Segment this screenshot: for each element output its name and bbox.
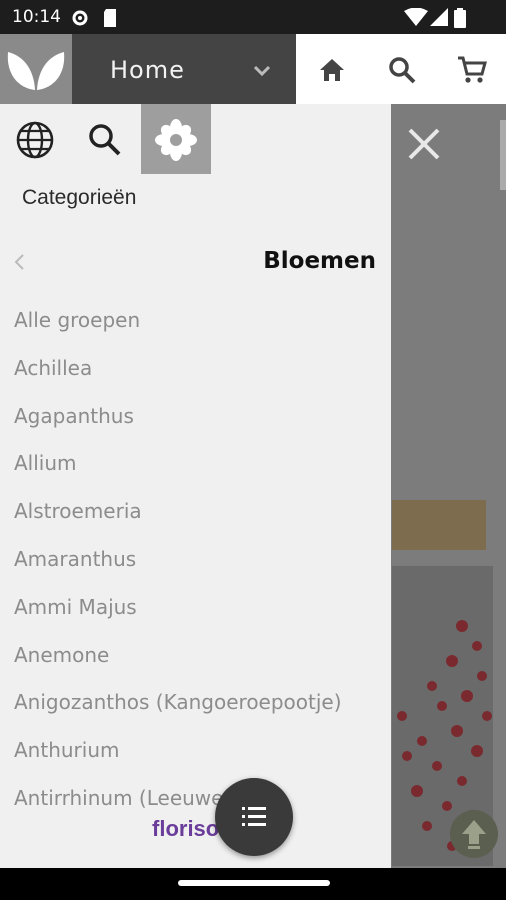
category-list: Alle groepen Achillea Agapanthus Allium … — [14, 308, 391, 834]
home-gesture-handle[interactable] — [178, 880, 330, 886]
category-item[interactable]: Anigozanthos (Kangoeroepootje) — [14, 690, 391, 738]
chevron-down-icon[interactable] — [250, 59, 274, 83]
drawer-search-button[interactable] — [70, 104, 140, 174]
status-bar: 10:14 — [0, 0, 506, 34]
home-icon[interactable] — [316, 54, 348, 86]
category-item[interactable]: Agapanthus — [14, 404, 391, 452]
system-nav-bar — [0, 868, 506, 900]
list-icon — [242, 807, 266, 826]
flower-icon — [155, 119, 197, 161]
page-scrollbar[interactable] — [500, 120, 506, 190]
app-bar-actions — [296, 34, 506, 104]
cart-icon[interactable] — [456, 54, 488, 86]
brand-logo: floriso — [152, 816, 220, 841]
scroll-top-button[interactable] — [450, 810, 498, 858]
chevron-left-icon[interactable] — [12, 252, 28, 272]
sdcard-icon — [104, 9, 116, 27]
wifi-icon — [404, 8, 428, 26]
section-label: Categorieën — [22, 186, 137, 209]
category-item[interactable]: Amaranthus — [14, 547, 391, 595]
page-title[interactable]: Home — [110, 56, 185, 84]
signal-icon — [430, 8, 448, 26]
arrow-up-icon — [462, 820, 486, 849]
categories-button[interactable] — [141, 104, 211, 174]
leaf-logo-icon — [7, 52, 65, 90]
globe-icon — [16, 121, 54, 159]
category-item[interactable]: Anemone — [14, 643, 391, 691]
category-item[interactable]: Alle groepen — [14, 308, 391, 356]
navigation-drawer: Categorieën Bloemen Alle groepen Achille… — [0, 104, 391, 868]
category-item[interactable]: Anthurium — [14, 738, 391, 786]
search-icon — [89, 124, 121, 156]
category-item[interactable]: Alstroemeria — [14, 499, 391, 547]
menu-fab-button[interactable] — [215, 778, 293, 856]
battery-icon — [454, 8, 466, 28]
banner-strip — [392, 500, 486, 550]
settings-icon — [72, 10, 88, 26]
language-button[interactable] — [0, 104, 70, 174]
category-item[interactable]: Allium — [14, 451, 391, 499]
search-icon[interactable] — [386, 54, 418, 86]
app-logo[interactable] — [0, 34, 72, 104]
close-icon[interactable] — [404, 124, 444, 164]
status-time: 10:14 — [12, 7, 61, 27]
category-item[interactable]: Achillea — [14, 356, 391, 404]
category-item[interactable]: Ammi Majus — [14, 595, 391, 643]
category-title: Bloemen — [263, 248, 376, 274]
top-app-bar: Home — [0, 34, 506, 104]
